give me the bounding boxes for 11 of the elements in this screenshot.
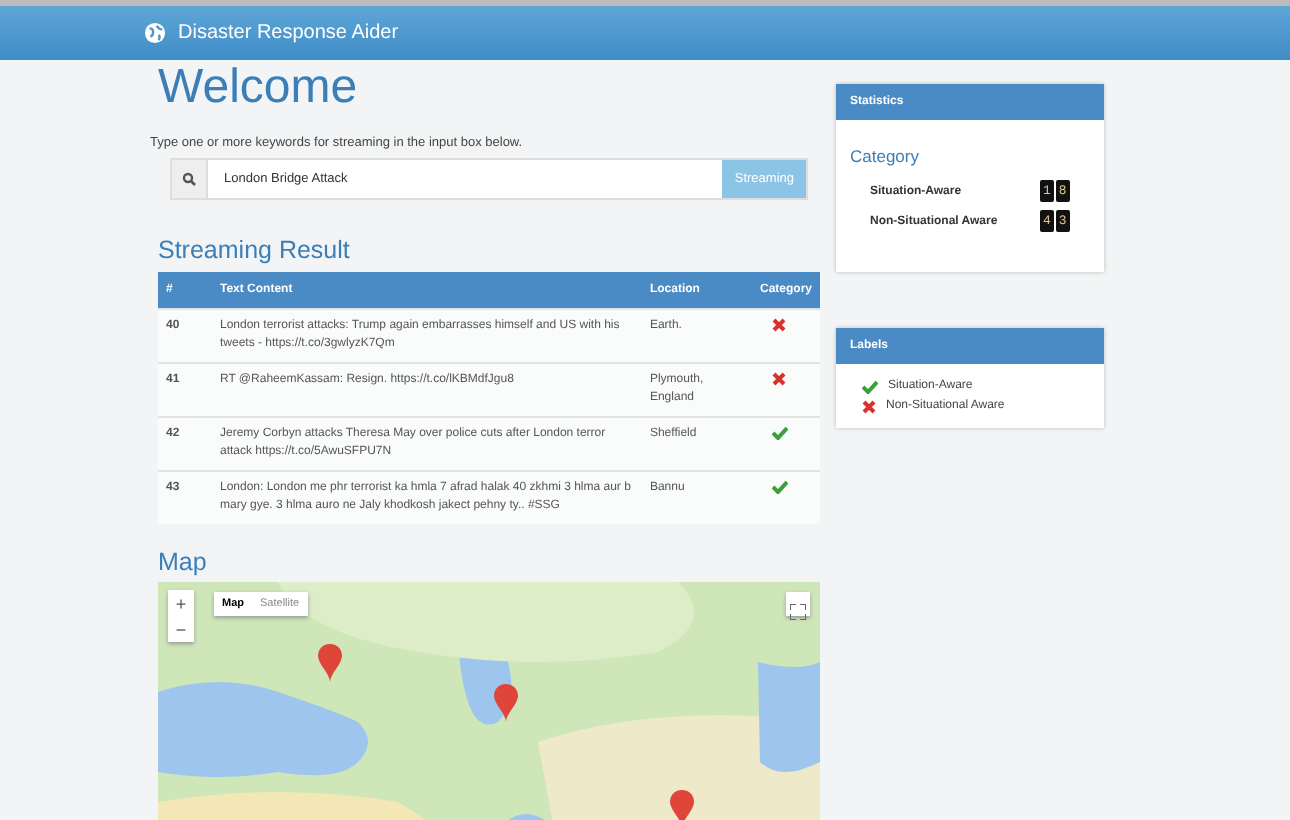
cross-icon (862, 399, 876, 413)
section-heading: Streaming Result (158, 236, 350, 264)
globe-icon (144, 22, 166, 44)
app-title: Disaster Response Aider (178, 22, 399, 44)
category-heading: Category (850, 146, 919, 166)
section-heading: Map (158, 548, 207, 576)
welcome-heading: Welcome (158, 60, 358, 116)
fullscreen-button[interactable] (786, 592, 810, 616)
zoom-in-button[interactable]: + (168, 590, 194, 616)
check-icon (862, 379, 878, 393)
zoom-out-button[interactable]: − (168, 616, 194, 642)
